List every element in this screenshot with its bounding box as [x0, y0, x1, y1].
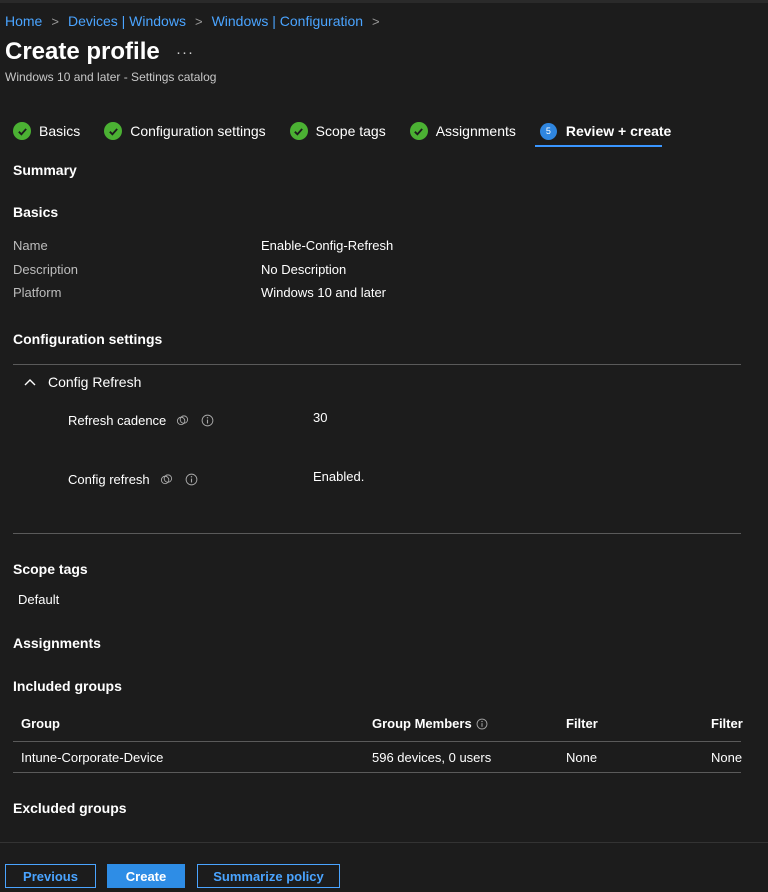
step-number-badge: 5 — [539, 122, 557, 140]
step-assignments[interactable]: Assignments — [409, 120, 516, 142]
basics-heading: Basics — [13, 204, 59, 220]
page-subtitle: Windows 10 and later - Settings catalog — [5, 70, 217, 84]
table-row-divider — [13, 772, 741, 773]
chevron-right-icon: > — [372, 13, 380, 29]
config-refresh-value: Enabled. — [313, 469, 365, 484]
step-scope-tags[interactable]: Scope tags — [289, 120, 386, 142]
divider — [13, 533, 741, 534]
config-refresh-setting: Config refresh — [68, 472, 198, 487]
summarize-policy-button[interactable]: Summarize policy — [197, 864, 340, 888]
platform-value: Windows 10 and later — [261, 285, 387, 300]
breadcrumb-home[interactable]: Home — [5, 13, 42, 29]
platform-label: Platform — [13, 285, 62, 300]
name-value: Enable-Config-Refresh — [261, 238, 394, 253]
scope-tags-heading: Scope tags — [13, 561, 88, 577]
summary-heading: Summary — [13, 162, 77, 178]
group-cell: Intune-Corporate-Device — [21, 750, 164, 765]
create-button[interactable]: Create — [107, 864, 185, 888]
scope-tag-value: Default — [18, 592, 60, 607]
checkmark-icon — [13, 122, 31, 140]
excluded-groups-heading: Excluded groups — [13, 800, 127, 816]
column-header-filter-mode: Filter — [711, 716, 743, 731]
breadcrumb: Home > Devices | Windows > Windows | Con… — [5, 12, 389, 30]
refresh-cadence-value: 30 — [313, 410, 328, 425]
active-step-underline — [535, 145, 662, 147]
info-icon[interactable] — [476, 718, 488, 730]
step-label: Basics — [39, 123, 81, 139]
chevron-right-icon: > — [51, 13, 59, 29]
step-label: Configuration settings — [130, 123, 266, 139]
checkmark-icon — [289, 122, 308, 140]
step-configuration-settings[interactable]: Configuration settings — [104, 120, 266, 142]
column-header-group-members: Group Members — [372, 716, 488, 731]
description-value: No Description — [261, 262, 347, 277]
setting-label: Refresh cadence — [68, 413, 167, 428]
refresh-cadence-setting: Refresh cadence — [68, 413, 214, 428]
table-header-divider — [13, 741, 741, 742]
checkmark-icon — [104, 122, 123, 140]
step-label: Review + create — [565, 123, 672, 139]
info-icon[interactable] — [185, 473, 198, 486]
chevron-up-icon — [24, 379, 36, 386]
top-border — [0, 0, 768, 3]
checkmark-icon — [409, 122, 428, 140]
group-members-cell: 596 devices, 0 users — [372, 750, 492, 765]
setting-label: Config refresh — [68, 472, 150, 487]
info-icon[interactable] — [201, 414, 214, 427]
page-title: Create profile — [5, 38, 160, 65]
divider — [13, 364, 741, 365]
step-label: Scope tags — [315, 123, 386, 139]
filter-cell: None — [566, 750, 598, 765]
previous-button[interactable]: Previous — [5, 864, 96, 888]
description-label: Description — [13, 262, 79, 277]
configuration-settings-heading: Configuration settings — [13, 331, 163, 347]
copy-icon[interactable] — [160, 473, 173, 486]
assignments-heading: Assignments — [13, 635, 101, 651]
breadcrumb-devices-windows[interactable]: Devices | Windows — [68, 13, 186, 29]
step-label: Assignments — [435, 123, 516, 139]
name-label: Name — [13, 238, 48, 253]
step-basics[interactable]: Basics — [13, 120, 80, 142]
chevron-right-icon: > — [194, 13, 203, 29]
more-options-icon[interactable]: ··· — [176, 44, 194, 61]
filter-mode-cell: None — [711, 750, 743, 765]
config-refresh-group-toggle[interactable]: Config Refresh — [24, 374, 141, 390]
copy-icon[interactable] — [176, 414, 189, 427]
breadcrumb-windows-configuration[interactable]: Windows | Configuration — [212, 13, 363, 29]
included-groups-heading: Included groups — [13, 678, 122, 694]
config-refresh-group-label: Config Refresh — [48, 374, 142, 390]
step-review-create[interactable]: 5 Review + create — [539, 120, 672, 142]
column-header-group: Group — [21, 716, 60, 731]
column-header-filter: Filter — [566, 716, 598, 731]
